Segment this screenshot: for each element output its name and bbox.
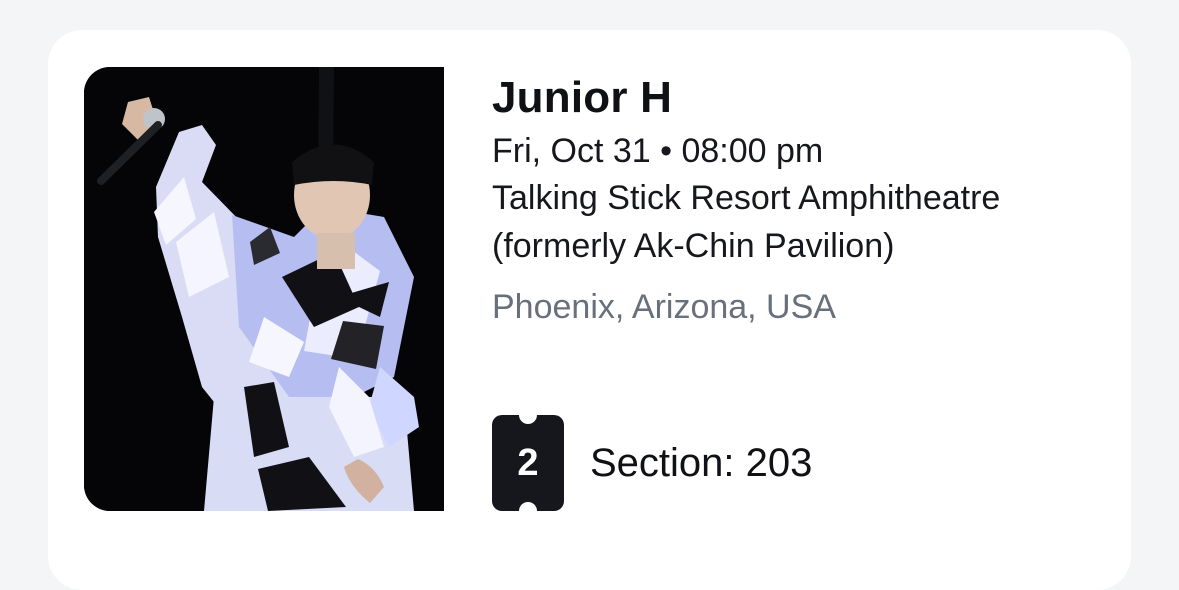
venue-name: Talking Stick Resort Amphitheatre (forme…	[492, 179, 1001, 265]
event-date-time: Fri, Oct 31 • 08:00 pm	[492, 132, 824, 170]
ticket-quantity: 2	[517, 441, 539, 484]
ticket-summary: 2 Section: 203	[492, 406, 813, 520]
artist-name: Junior H	[492, 73, 673, 122]
artist-photo-illustration	[84, 67, 444, 511]
seat-section: Section: 203	[590, 441, 813, 485]
artist-photo	[84, 67, 444, 511]
event-details: Junior H Fri, Oct 31 • 08:00 pm Talking …	[492, 72, 1092, 330]
venue-location: Phoenix, Arizona, USA	[492, 288, 836, 326]
ticket-quantity-icon: 2	[492, 406, 564, 520]
